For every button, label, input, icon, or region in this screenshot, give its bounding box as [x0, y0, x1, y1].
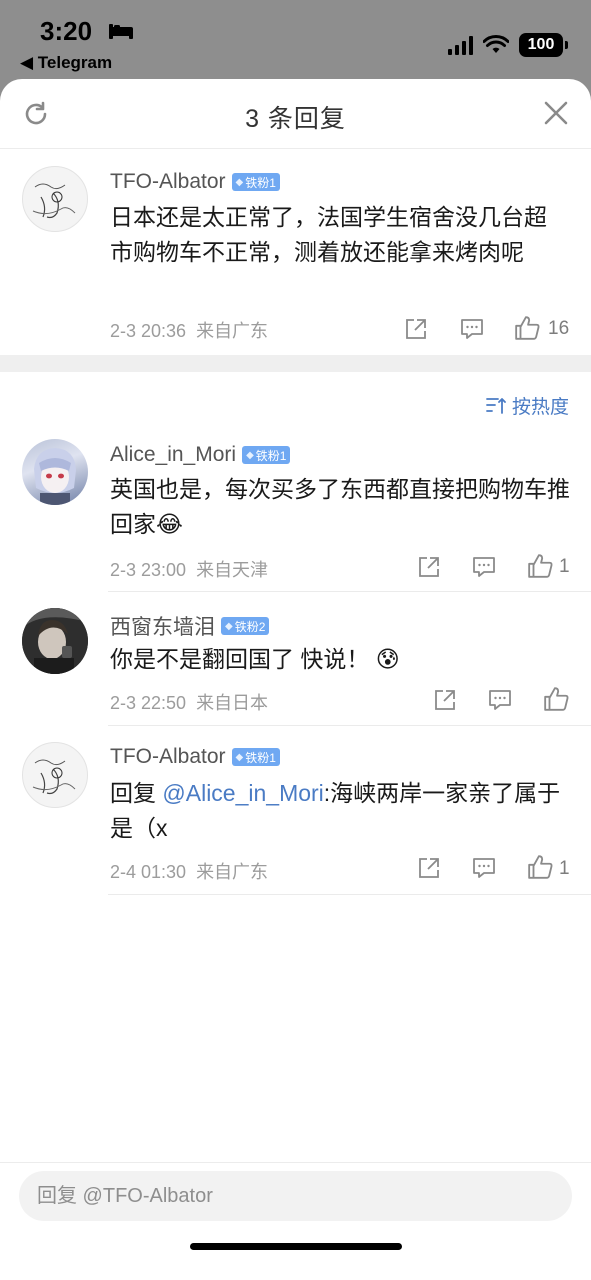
sort-icon: [486, 397, 506, 414]
comment-icon[interactable]: [472, 856, 496, 880]
status-time: 3:20: [40, 16, 93, 46]
section-divider: [0, 355, 591, 372]
reply-text: 你是不是翻回国了 快说！ 😰: [110, 642, 580, 677]
reply-input[interactable]: [19, 1171, 572, 1221]
avatar[interactable]: [22, 166, 88, 232]
comment-meta: 2-3 20:36 来自广东: [110, 317, 268, 343]
share-icon[interactable]: [417, 555, 441, 579]
reply-divider: [108, 894, 591, 895]
avatar[interactable]: [22, 608, 88, 674]
anime-avatar-image: [34, 448, 76, 505]
sort-toggle[interactable]: 按热度: [486, 392, 569, 419]
laughing-emoji: 😂: [156, 511, 183, 537]
sketch-avatar-image: [32, 183, 76, 219]
photo-avatar-image: [22, 608, 88, 674]
like-icon[interactable]: [514, 315, 540, 341]
fan-badge: 铁粉2: [221, 617, 270, 635]
comment-icon[interactable]: [460, 317, 484, 341]
reply-username[interactable]: TFO-Albator 铁粉1: [110, 745, 280, 769]
home-indicator: [190, 1243, 402, 1250]
like-icon[interactable]: [527, 553, 553, 579]
mention-link[interactable]: @Alice_in_Mori: [162, 780, 323, 806]
reply-date: 2-3 22:50: [110, 693, 187, 713]
reply-location: 来自天津: [196, 560, 269, 580]
fan-badge: 铁粉1: [231, 748, 280, 766]
like-count: 1: [559, 858, 570, 879]
fan-badge: 铁粉1: [242, 446, 291, 464]
reply-meta: 2-4 01:30 来自广东: [110, 858, 268, 884]
share-icon[interactable]: [417, 856, 441, 880]
reply-body: 你是不是翻回国了 快说！: [110, 646, 370, 672]
reply-date: 2-3 23:00: [110, 560, 187, 580]
avatar[interactable]: [22, 439, 88, 505]
like-count: 1: [559, 556, 570, 577]
comment-date: 2-3 20:36: [110, 321, 187, 341]
reply-prefix: 回复: [110, 780, 163, 806]
status-indicators: 100: [448, 33, 568, 57]
avatar[interactable]: [22, 742, 88, 808]
comment-username[interactable]: TFO-Albator 铁粉1: [110, 170, 280, 194]
cellular-signal-icon: [448, 35, 473, 55]
like-icon[interactable]: [543, 686, 569, 712]
reply-divider: [108, 725, 591, 726]
reply-divider: [108, 591, 591, 592]
sheet-title: 3 条回复: [245, 105, 346, 133]
reply-username[interactable]: 西窗东墙泪 铁粉2: [110, 611, 270, 641]
reply-location: 来自日本: [196, 693, 269, 713]
battery-icon: 100: [519, 33, 568, 57]
like-icon[interactable]: [527, 854, 553, 880]
like-count: 16: [548, 318, 570, 339]
reply-date: 2-4 01:30: [110, 862, 187, 882]
share-icon[interactable]: [404, 317, 428, 341]
comment-location: 来自广东: [196, 321, 269, 341]
fan-badge: 铁粉1: [231, 173, 280, 191]
comment-icon[interactable]: [472, 555, 496, 579]
reply-location: 来自广东: [196, 862, 269, 882]
sheet-header: 3 条回复: [0, 79, 591, 149]
username-text[interactable]: 西窗东墙泪: [110, 611, 215, 641]
back-to-app-link[interactable]: ◀ Telegram: [20, 53, 112, 73]
reply-meta: 2-3 23:00 来自天津: [110, 556, 268, 582]
replies-sheet: 3 条回复 TFO-Albator 铁粉1 日本还是太正常了，法国学生宿舍没几台…: [0, 79, 591, 1280]
share-icon[interactable]: [433, 688, 457, 712]
reply-username[interactable]: Alice_in_Mori 铁粉1: [110, 443, 291, 467]
status-bar: 3:20 ◀ Telegram 100: [0, 0, 591, 80]
sketch-avatar-image: [32, 759, 76, 795]
reply-bar: [0, 1162, 591, 1280]
reply-meta: 2-3 22:50 来自日本: [110, 689, 268, 715]
username-text[interactable]: TFO-Albator: [110, 170, 226, 194]
comment-icon[interactable]: [488, 688, 512, 712]
comment-text: 日本还是太正常了，法国学生宿舍没几台超市购物车不正常，测着放还能拿来烤肉呢: [110, 204, 547, 265]
username-text[interactable]: Alice_in_Mori: [110, 443, 236, 467]
username-text[interactable]: TFO-Albator: [110, 745, 226, 769]
wifi-icon: [483, 35, 509, 53]
sleep-focus-icon: [109, 24, 133, 39]
reply-text: 回复 @Alice_in_Mori:海峡两岸一家亲了属于是（x: [110, 776, 565, 846]
sort-label: 按热度: [511, 397, 569, 418]
anxious-emoji: 😰: [375, 646, 400, 672]
close-icon[interactable]: [543, 100, 569, 126]
reply-text: 英国也是，每次买多了东西都直接把购物车推回家😂: [110, 472, 580, 542]
